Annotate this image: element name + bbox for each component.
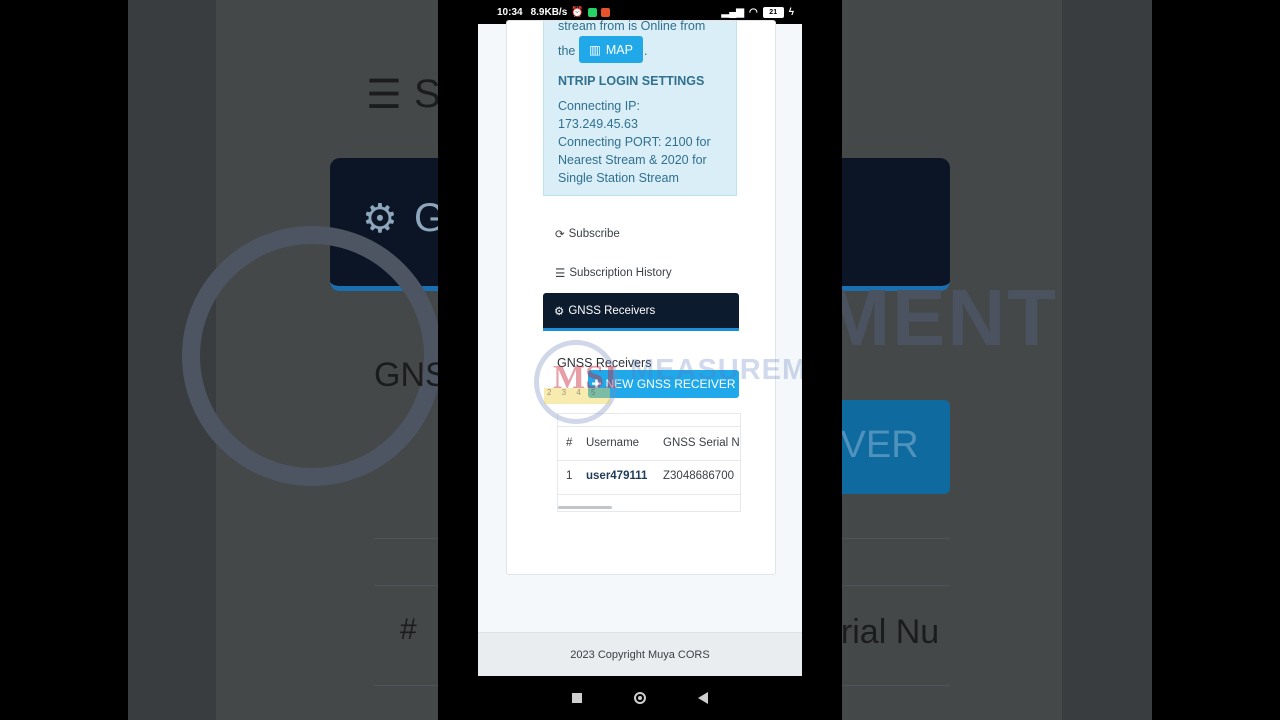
phone-frame: 10:34 8.9KB/s ⏰ ▂▄▆ ◠ 21 ϟ stream from i… xyxy=(438,0,842,720)
table-cell-index: 1 xyxy=(566,470,573,482)
background-button: IVER xyxy=(830,400,950,494)
table-scrollbar[interactable] xyxy=(558,506,612,509)
ntrip-info-box: stream from is Online from the ▥ MAP . N… xyxy=(543,19,737,196)
receivers-table[interactable]: # Username GNSS Serial Nu 1 user479111 Z… xyxy=(557,413,741,512)
info-line2-suffix: . xyxy=(644,44,648,58)
info-line2-prefix: the xyxy=(558,44,576,58)
page-content: stream from is Online from the ▥ MAP . N… xyxy=(478,19,802,632)
background-gns-fragment: GNS xyxy=(374,356,448,394)
back-icon[interactable] xyxy=(698,692,708,704)
table-header-index: # xyxy=(566,437,573,449)
watermark-ruler: 2 3 4 5 xyxy=(544,388,610,404)
map-button[interactable]: ▥ MAP xyxy=(579,36,643,63)
ip-value: 173.249.45.63 xyxy=(558,117,638,131)
table-cell-serial: Z3048686700 xyxy=(663,470,734,482)
home-icon[interactable] xyxy=(634,692,646,704)
port-line3: Single Station Stream xyxy=(558,171,679,185)
recents-icon[interactable] xyxy=(572,693,582,703)
nav-gnss-receivers[interactable]: ⚙ GNSS Receivers xyxy=(543,293,739,331)
port-line2: Nearest Stream & 2020 for xyxy=(558,153,707,167)
table-divider xyxy=(558,426,740,427)
alarm-icon: ⏰ xyxy=(571,6,584,18)
nav-subscribe[interactable]: ⟳ Subscribe xyxy=(555,227,620,241)
main-card: stream from is Online from the ▥ MAP . N… xyxy=(506,19,776,575)
ntrip-heading: NTRIP LOGIN SETTINGS xyxy=(558,74,705,88)
signal-icon: ▂▄▆ xyxy=(721,6,744,18)
status-speed: 8.9KB/s xyxy=(530,6,568,18)
map-icon: ▥ xyxy=(589,43,601,57)
charging-icon: ϟ xyxy=(788,6,794,18)
map-button-label: MAP xyxy=(605,42,633,57)
background-title-fragment: S xyxy=(414,72,441,116)
gears-icon: ⚙ xyxy=(554,305,565,318)
watermark-text: MEASUREMENT xyxy=(630,354,802,386)
background-list-icon: ☰ xyxy=(366,73,402,117)
wifi-icon: ◠ xyxy=(748,6,758,18)
table-divider xyxy=(558,460,740,461)
android-nav-bar xyxy=(478,676,802,720)
phone-screen: 10:34 8.9KB/s ⏰ ▂▄▆ ◠ 21 ϟ stream from i… xyxy=(478,0,802,720)
table-cell-username[interactable]: user479111 xyxy=(586,470,647,482)
list-icon: ☰ xyxy=(555,268,566,280)
footer-copyright: 2023 Copyright Muya CORS xyxy=(570,649,710,661)
app-notification-icon xyxy=(600,7,610,17)
nav-history-label: Subscription History xyxy=(569,267,672,279)
port-line1: Connecting PORT: 2100 for xyxy=(558,135,711,149)
whatsapp-icon xyxy=(587,7,597,17)
table-header-serial: GNSS Serial Nu xyxy=(663,437,741,449)
table-header-username: Username xyxy=(586,437,640,449)
nav-receivers-label: GNSS Receivers xyxy=(568,304,656,317)
nav-subscription-history[interactable]: ☰ Subscription History xyxy=(555,266,672,280)
ip-label: Connecting IP: xyxy=(558,99,640,113)
footer: 2023 Copyright Muya CORS xyxy=(478,632,802,677)
background-button-text: IVER xyxy=(830,424,919,466)
refresh-icon: ⟳ xyxy=(555,229,565,241)
info-line1: stream from is Online from xyxy=(558,19,706,33)
background-gear-icon: ⚙ xyxy=(362,197,398,241)
battery-icon: 21 xyxy=(762,6,784,18)
table-divider xyxy=(558,494,740,495)
background-table-hash: # xyxy=(400,613,417,646)
status-time: 10:34 xyxy=(497,6,523,18)
nav-subscribe-label: Subscribe xyxy=(568,228,620,240)
